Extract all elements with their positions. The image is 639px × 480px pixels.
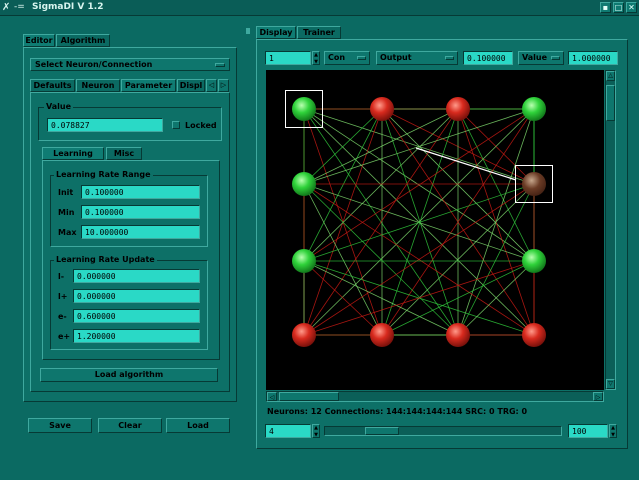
value-group-title: Value: [44, 102, 74, 111]
window-menu-icon[interactable]: -=: [14, 2, 25, 12]
highlighted-connection[interactable]: [415, 147, 517, 181]
lr-range-title: Learning Rate Range: [54, 170, 153, 179]
dropdown-indicator-icon: [445, 56, 454, 60]
neuron-node[interactable]: [292, 172, 316, 196]
close-icon[interactable]: ✕: [626, 2, 637, 13]
maximize-icon[interactable]: □: [613, 2, 624, 13]
lr-update-label-l-plus: l+: [58, 292, 68, 301]
neuron-node[interactable]: [370, 323, 394, 347]
neuron-node[interactable]: [370, 97, 394, 121]
con-dropdown[interactable]: Con: [324, 51, 370, 65]
neuron-node[interactable]: [522, 323, 546, 347]
lr-range-label-min: Min: [58, 208, 75, 217]
lr-e-minus-field[interactable]: 0.600000: [73, 309, 200, 323]
lr-e-plus-field[interactable]: 1.200000: [73, 329, 200, 343]
speed-value-field[interactable]: 100: [568, 424, 608, 438]
lr-l-minus-field[interactable]: 0.000000: [73, 269, 200, 283]
lr-max-field[interactable]: 10.000000: [81, 225, 200, 239]
app-icon[interactable]: ✗: [2, 2, 13, 13]
vertical-scroll-thumb[interactable]: [606, 85, 615, 121]
window-title: SigmaDI V 1.2: [32, 2, 104, 12]
load-algorithm-button[interactable]: Load algorithm: [40, 368, 218, 382]
tab-defaults[interactable]: Defaults: [30, 79, 75, 92]
dropdown-indicator-icon: [357, 56, 366, 60]
tab-algorithm[interactable]: Algorithm: [56, 34, 110, 47]
title-bar: ✗ -= SigmaDI V 1.2 ▪ □ ✕: [0, 0, 639, 16]
lr-range-label-init: Init: [58, 188, 74, 197]
status-text: Neurons: 12 Connections: 144:144:144:144…: [267, 407, 528, 416]
step-spin-field[interactable]: 4: [265, 424, 311, 438]
tab-misc[interactable]: Misc: [106, 147, 142, 160]
tab-neuron[interactable]: Neuron: [76, 79, 120, 92]
selection-box: [515, 165, 553, 203]
value-number-field[interactable]: 1.000000: [568, 51, 618, 65]
tab-parameter[interactable]: Parameter: [121, 79, 176, 92]
network-canvas[interactable]: [266, 70, 604, 390]
load-button[interactable]: Load: [166, 418, 230, 433]
lr-min-field[interactable]: 0.100000: [81, 205, 200, 219]
threshold-field[interactable]: 0.100000: [463, 51, 513, 65]
con-label: Con: [328, 53, 346, 62]
dropdown-indicator-icon: [551, 56, 560, 60]
vertical-scrollbar[interactable]: △ ▽: [605, 70, 616, 390]
lr-update-title: Learning Rate Update: [54, 255, 157, 264]
scroll-down-icon[interactable]: ▽: [606, 379, 615, 389]
value-field[interactable]: 0.078827: [47, 118, 163, 132]
speed-spin-arrows-icon[interactable]: ▲ ▼: [609, 424, 617, 438]
lr-update-label-e-plus: e+: [58, 332, 71, 341]
lr-update-label-l-minus: l-: [58, 272, 65, 281]
selection-box: [285, 90, 323, 128]
locked-checkbox[interactable]: [172, 121, 180, 129]
tab-display[interactable]: Displ: [177, 79, 205, 92]
lr-range-label-max: Max: [58, 228, 77, 237]
neuron-node[interactable]: [292, 249, 316, 273]
value-dropdown[interactable]: Value: [518, 51, 564, 65]
value-select-label: Value: [522, 53, 548, 62]
step-spin-arrows-icon[interactable]: ▲ ▼: [312, 424, 320, 438]
dropdown-indicator-icon: [215, 63, 225, 67]
tab-learning-rate[interactable]: Learning Rate: [42, 147, 104, 169]
neuron-node[interactable]: [446, 323, 470, 347]
horizontal-scrollbar[interactable]: ◁ ▷: [266, 391, 604, 402]
lr-l-plus-field[interactable]: 0.000000: [73, 289, 200, 303]
neuron-node[interactable]: [522, 249, 546, 273]
save-button[interactable]: Save: [28, 418, 92, 433]
tab-editor[interactable]: Editor: [23, 34, 55, 47]
lr-init-field[interactable]: 0.100000: [81, 185, 200, 199]
tab-display-main[interactable]: Display: [256, 26, 296, 39]
horizontal-scroll-thumb[interactable]: [279, 392, 339, 401]
layer-spin-arrows-icon[interactable]: ▲ ▼: [312, 51, 320, 65]
tab-trainer[interactable]: Trainer: [297, 26, 341, 39]
tab-scroll-right-icon[interactable]: ▷: [218, 79, 229, 92]
neuron-node[interactable]: [292, 323, 316, 347]
neuron-node[interactable]: [522, 97, 546, 121]
layer-spin-field[interactable]: 1: [265, 51, 311, 65]
scroll-up-icon[interactable]: △: [606, 71, 615, 81]
clear-button[interactable]: Clear: [98, 418, 162, 433]
splitter-handle[interactable]: [246, 28, 250, 34]
select-neuron-dropdown[interactable]: Select Neuron/Connection: [30, 58, 230, 71]
locked-label: Locked: [185, 121, 217, 130]
tab-scroll-left-icon[interactable]: ◁: [206, 79, 217, 92]
neuron-node[interactable]: [446, 97, 470, 121]
scroll-left-icon[interactable]: ◁: [267, 392, 277, 401]
output-label: Output: [380, 53, 412, 62]
speed-slider[interactable]: [324, 426, 562, 436]
scroll-right-icon[interactable]: ▷: [593, 392, 603, 401]
speed-slider-thumb[interactable]: [365, 427, 399, 435]
lr-update-label-e-minus: e-: [58, 312, 67, 321]
output-dropdown[interactable]: Output: [376, 51, 458, 65]
minimize-icon[interactable]: ▪: [600, 2, 611, 13]
select-neuron-label: Select Neuron/Connection: [35, 60, 153, 69]
